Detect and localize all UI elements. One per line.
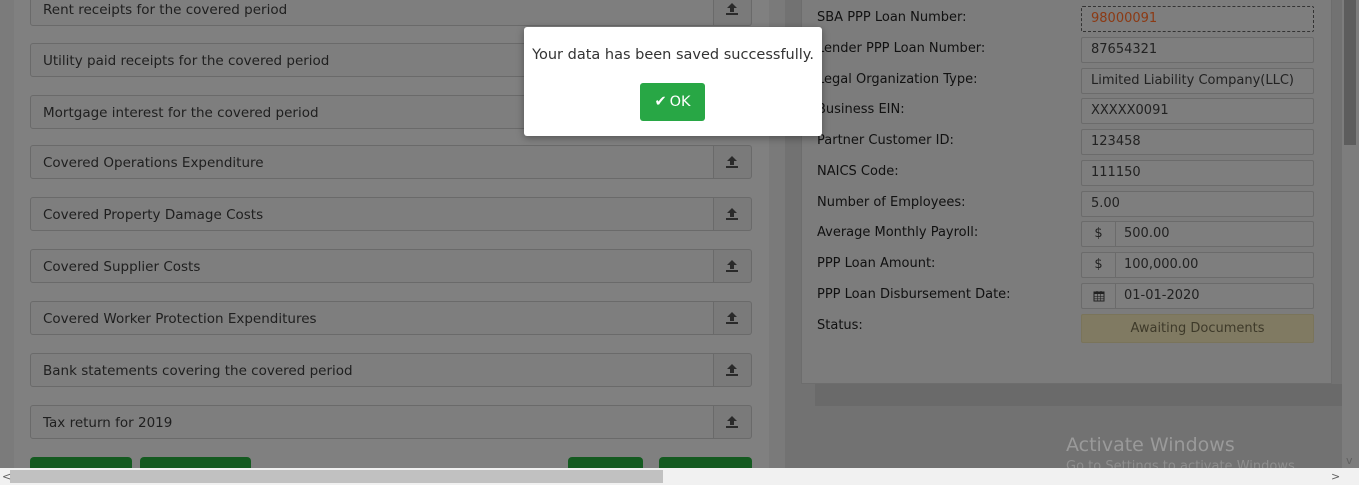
- check-icon: ✔: [654, 94, 667, 110]
- scroll-right-arrow-icon[interactable]: >: [1331, 468, 1340, 485]
- org-type-field[interactable]: Limited Liability Company(LLC): [1081, 68, 1314, 94]
- partner-customer-id-label: Partner Customer ID:: [817, 133, 954, 148]
- disbursement-date-field[interactable]: 01-01-2020: [1081, 283, 1314, 309]
- dollar-addon: $: [1082, 253, 1116, 277]
- upload-icon: [726, 260, 738, 272]
- upload-icon: [726, 208, 738, 220]
- document-row-rent: Rent receipts for the covered period: [30, 0, 752, 28]
- horizontal-scrollbar-thumb[interactable]: [10, 470, 663, 483]
- document-row-supplier: Covered Supplier Costs: [30, 249, 752, 285]
- document-label: Covered Worker Protection Expenditures: [30, 301, 714, 335]
- document-row-worker-protection: Covered Worker Protection Expenditures: [30, 301, 752, 337]
- disbursement-date-value: 01-01-2020: [1124, 288, 1200, 303]
- vertical-scrollbar-thumb[interactable]: [1344, 0, 1356, 145]
- partner-customer-id-field[interactable]: 123458: [1081, 129, 1314, 155]
- upload-icon: [726, 3, 738, 15]
- document-row-property-damage: Covered Property Damage Costs: [30, 197, 752, 233]
- disbursement-date-label: PPP Loan Disbursement Date:: [817, 287, 1011, 302]
- document-row-bank-statements: Bank statements covering the covered per…: [30, 353, 752, 389]
- org-type-label: Legal Organization Type:: [817, 72, 978, 87]
- avg-payroll-value: 500.00: [1124, 226, 1170, 241]
- calendar-icon: [1082, 284, 1116, 308]
- success-dialog: Your data has been saved successfully. ✔…: [524, 27, 822, 136]
- document-label: Covered Property Damage Costs: [30, 197, 714, 231]
- upload-button[interactable]: [714, 145, 752, 179]
- document-label: Bank statements covering the covered per…: [30, 353, 714, 387]
- activate-windows-title: Activate Windows: [1066, 434, 1235, 456]
- lender-loan-number-field[interactable]: 87654321: [1081, 37, 1314, 63]
- scroll-left-arrow-icon[interactable]: <: [2, 468, 11, 485]
- dollar-addon: $: [1082, 222, 1116, 246]
- loan-amount-label: PPP Loan Amount:: [817, 256, 936, 271]
- details-card-shadow: [815, 384, 1342, 406]
- ok-button-label: OK: [669, 94, 691, 110]
- naics-code-label: NAICS Code:: [817, 164, 899, 179]
- upload-button[interactable]: [714, 301, 752, 335]
- upload-button[interactable]: [714, 249, 752, 283]
- business-ein-label: Business EIN:: [817, 102, 905, 117]
- scroll-down-arrow-icon[interactable]: v: [1346, 452, 1353, 469]
- lender-loan-number-label: Lender PPP Loan Number:: [817, 41, 986, 56]
- document-label: Covered Supplier Costs: [30, 249, 714, 283]
- business-ein-field[interactable]: XXXXX0091: [1081, 98, 1314, 124]
- upload-button[interactable]: [714, 197, 752, 231]
- upload-icon: [726, 156, 738, 168]
- upload-button[interactable]: [714, 353, 752, 387]
- document-label: Rent receipts for the covered period: [30, 0, 714, 26]
- employees-field[interactable]: 5.00: [1081, 191, 1314, 217]
- status-label: Status:: [817, 318, 863, 333]
- upload-icon: [726, 312, 738, 324]
- left-edge-strip: [0, 0, 14, 468]
- document-label: Tax return for 2019: [30, 405, 714, 439]
- upload-button[interactable]: [714, 0, 752, 26]
- avg-payroll-field[interactable]: $ 500.00: [1081, 221, 1314, 247]
- naics-code-field[interactable]: 111150: [1081, 160, 1314, 186]
- upload-button[interactable]: [714, 405, 752, 439]
- loan-amount-field[interactable]: $ 100,000.00: [1081, 252, 1314, 278]
- ok-button[interactable]: ✔ OK: [640, 83, 705, 121]
- status-badge: Awaiting Documents: [1081, 314, 1314, 343]
- upload-icon: [726, 416, 738, 428]
- avg-payroll-label: Average Monthly Payroll:: [817, 225, 979, 240]
- upload-icon: [726, 364, 738, 376]
- sba-loan-number-field[interactable]: 98000091: [1081, 6, 1314, 32]
- document-label: Covered Operations Expenditure: [30, 145, 714, 179]
- sba-loan-number-label: SBA PPP Loan Number:: [817, 10, 967, 25]
- success-message: Your data has been saved successfully.: [532, 47, 814, 63]
- document-row-operations: Covered Operations Expenditure: [30, 145, 752, 181]
- document-row-tax-return: Tax return for 2019: [30, 405, 752, 441]
- employees-label: Number of Employees:: [817, 195, 966, 210]
- loan-amount-value: 100,000.00: [1124, 257, 1199, 272]
